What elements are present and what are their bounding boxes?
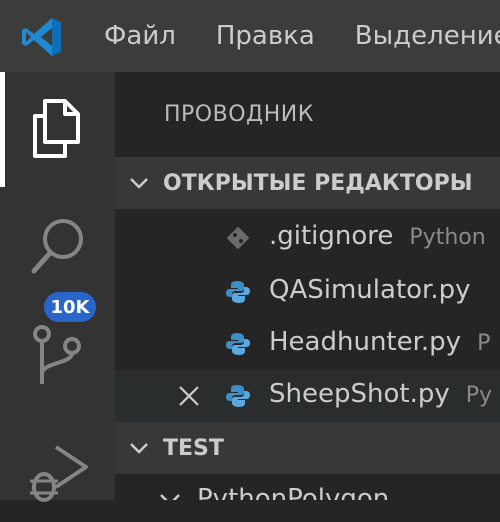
workspace-label: TEST	[163, 435, 224, 461]
file-name: SheepShot.py	[269, 379, 450, 409]
workspace-header[interactable]: TEST	[115, 422, 500, 474]
menu-selection[interactable]: Выделение	[355, 21, 500, 51]
explorer-icon	[33, 99, 80, 158]
chevron-down-icon	[130, 178, 148, 189]
open-editor-item-hovered[interactable]: SheepShot.py Py	[115, 370, 500, 422]
activity-bar	[0, 72, 115, 502]
title-bar: Файл Правка Выделение	[0, 0, 500, 72]
chevron-down-icon	[160, 494, 180, 500]
chevron-down-icon	[130, 443, 148, 454]
git-file-icon	[226, 226, 250, 250]
python-file-icon	[226, 281, 250, 303]
open-editors-label: ОТКРЫТЫЕ РЕДАКТОРЫ	[163, 170, 473, 196]
vscode-logo-icon	[22, 18, 61, 56]
close-icon[interactable]	[177, 384, 201, 408]
scm-badge: 10K	[44, 292, 96, 322]
search-icon	[31, 219, 83, 274]
activity-run-debug[interactable]	[0, 417, 115, 522]
menu-file[interactable]: Файл	[104, 21, 176, 51]
menu-bar: Файл Правка Выделение	[104, 0, 500, 72]
file-path: Py	[465, 383, 493, 408]
folder-name: PythonPolygon	[197, 484, 390, 500]
explorer-sidebar: ПРОВОДНИК ОТКРЫТЫЕ РЕДАКТОРЫ .gitignore …	[115, 72, 500, 500]
file-name: QASimulator.py	[269, 275, 471, 305]
open-editor-item[interactable]: QASimulator.py	[115, 266, 500, 318]
file-name: .gitignore	[269, 221, 394, 251]
file-name: Headhunter.py	[269, 327, 462, 357]
file-path: Python	[409, 225, 486, 250]
activity-search[interactable]	[0, 187, 115, 292]
open-editor-item[interactable]: Headhunter.py P	[115, 318, 500, 370]
sidebar-title: ПРОВОДНИК	[164, 102, 314, 127]
menu-edit[interactable]: Правка	[216, 21, 315, 51]
file-path: P	[477, 331, 491, 356]
open-editor-item[interactable]: .gitignore Python	[115, 212, 500, 264]
open-editors-header[interactable]: ОТКРЫТЫЕ РЕДАКТОРЫ	[115, 157, 500, 209]
python-file-icon	[226, 385, 250, 407]
source-control-icon	[33, 325, 81, 384]
python-file-icon	[226, 333, 250, 355]
folder-item[interactable]: PythonPolygon	[115, 480, 500, 500]
run-debug-icon	[30, 445, 88, 502]
activity-explorer[interactable]	[0, 72, 115, 187]
